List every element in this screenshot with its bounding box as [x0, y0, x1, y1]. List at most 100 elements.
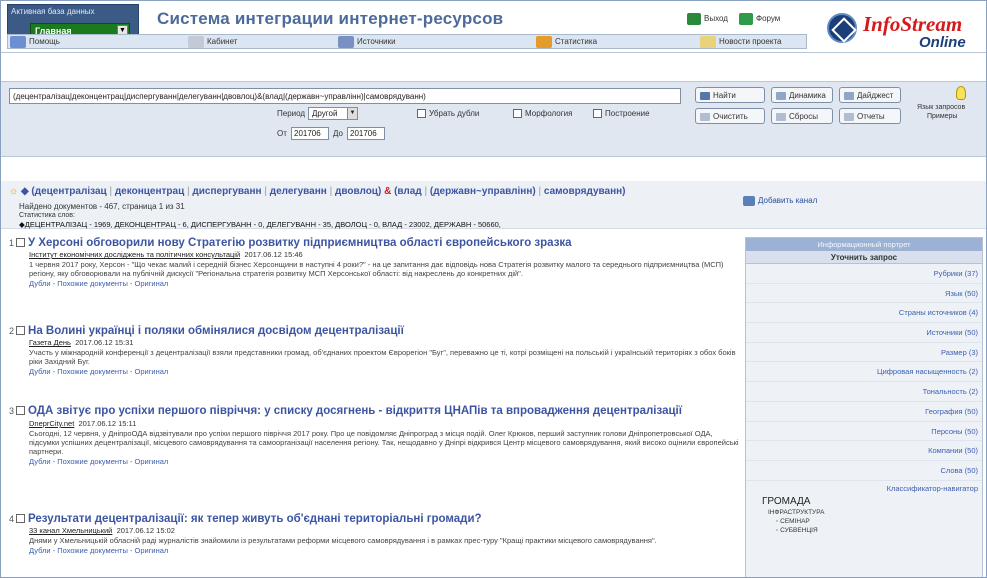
result-links[interactable]: Дубли - Похожие документы - Оригинал [29, 457, 739, 466]
result-date: 2017.06.12 15:46 [244, 250, 303, 259]
dynamics-label: Динамика [789, 91, 826, 100]
option-remove-duplicates[interactable]: Убрать дубли [417, 109, 480, 119]
period-label: Период [277, 109, 306, 118]
query-term: делегуванн [269, 186, 327, 197]
date-from-input[interactable]: 201706 [291, 127, 329, 140]
result-title[interactable]: 1 У Херсоні обговорили нову Стратегію роз… [9, 237, 739, 249]
rss-icon [743, 196, 755, 206]
result-links[interactable]: Дубли - Похожие документы - Оригинал [29, 367, 739, 376]
result-snippet: Участь у міжнародній конференції з децен… [29, 348, 736, 366]
chevron-down-icon: ▼ [347, 108, 357, 119]
tree-node-label: СУБВЕНЦІЯ [780, 526, 818, 534]
examples-link[interactable]: Примеры [927, 113, 957, 120]
source-link[interactable]: Газета День [29, 338, 71, 347]
result-snippet: Сьогодні, 12 червня, у ДніпроОДА відзвіт… [29, 429, 739, 456]
result-source: Газета День 2017.06.12 15:31 [29, 338, 739, 347]
result-date: 2017.06.12 15:02 [116, 526, 175, 535]
facet-digital-density[interactable]: Цифровая насыщенность (2) [746, 362, 982, 383]
news-icon [700, 36, 716, 48]
facet-geography[interactable]: География (50) [746, 402, 982, 422]
checkbox-icon[interactable] [16, 406, 26, 416]
facet-companies[interactable]: Компании (50) [746, 441, 982, 461]
query-language-link[interactable]: Язык запросов [917, 104, 965, 111]
app-window: Активная база данных Главная ▼ Система и… [0, 0, 987, 578]
checkbox-icon[interactable] [16, 238, 26, 248]
nav-bar: Помощь Кабинет Источники Статистика Ново… [7, 34, 807, 49]
checkbox-icon[interactable] [16, 514, 26, 524]
nav-sources[interactable]: Источники [338, 36, 396, 48]
nav-news[interactable]: Новости проекта [700, 36, 781, 48]
nav-help[interactable]: Помощь [10, 36, 60, 48]
word-stats-label: Статистика слов: [19, 212, 75, 219]
facet-tonality[interactable]: Тональность (2) [746, 382, 982, 402]
sources-icon [338, 36, 354, 48]
digest-button[interactable]: Дайджест [839, 87, 901, 103]
facet-size[interactable]: Размер (3) [746, 343, 982, 363]
close-icon [700, 112, 710, 121]
database-label: Активная база данных [11, 7, 95, 16]
option3-label: Построение [605, 109, 650, 118]
query-term: влад [397, 186, 422, 197]
facet-persons[interactable]: Персоны (50) [746, 422, 982, 442]
result-title-text: На Волині українці і поляки обмінялися д… [28, 325, 404, 337]
header: Активная база данных Главная ▼ Система и… [1, 1, 986, 53]
forum-button[interactable]: Форум [739, 13, 780, 27]
result-snippet: 1 червня 2017 року, Херсон - "Що чекає м… [29, 260, 724, 278]
exit-button[interactable]: Выход [687, 13, 728, 27]
classifier-navigator-link[interactable]: Классификатор-навигатор [746, 484, 982, 493]
checkbox-icon[interactable] [16, 326, 26, 336]
option-morphology[interactable]: Морфология [513, 109, 572, 119]
result-title[interactable]: 2 На Волині українці і поляки обмінялися … [9, 325, 739, 337]
result-links[interactable]: Дубли - Похожие документы - Оригинал [29, 546, 739, 555]
source-link[interactable]: Інститут економічних досліджень та політ… [29, 250, 240, 259]
clear-button[interactable]: Очистить [695, 108, 765, 124]
date-to-input[interactable]: 201706 [347, 127, 385, 140]
source-link[interactable]: DneprCity.net [29, 419, 74, 428]
result-source: DneprCity.net 2017.06.12 15:11 [29, 419, 739, 428]
find-label: Найти [713, 91, 736, 100]
add-channel-link[interactable]: Добавить канал [743, 196, 817, 206]
result-title[interactable]: 3 ОДА звітує про успіхи першого півріччя:… [9, 404, 739, 418]
reports-button[interactable]: Отчеты [839, 108, 901, 124]
dynamics-button[interactable]: Динамика [771, 87, 833, 103]
tree-node[interactable]: ◦ СЕМІНАР [776, 518, 982, 525]
digest-icon [844, 91, 854, 100]
digest-label: Дайджест [857, 91, 894, 100]
option1-label: Убрать дубли [429, 109, 480, 118]
facet-source-countries[interactable]: Страны источников (4) [746, 303, 982, 324]
nav-cabinet[interactable]: Кабинет [188, 36, 237, 48]
checkbox-icon [417, 109, 426, 119]
result-title[interactable]: 4 Результати децентралізації: як тепер жи… [9, 513, 739, 525]
nav-statistics[interactable]: Статистика [536, 36, 597, 48]
date-to-label: До [333, 129, 343, 138]
tree-node[interactable]: ◦ СУБВЕНЦІЯ [776, 527, 982, 534]
facet-rubrics[interactable]: Рубрики (37) [746, 264, 982, 284]
facet-language[interactable]: Язык (50) [746, 284, 982, 304]
facet-words[interactable]: Слова (50) [746, 461, 982, 481]
search-query-input[interactable]: (децентралізац|деконцентрац|диспергуванн… [9, 88, 681, 104]
tree-node[interactable]: ІНФРАСТРУКТУРА [768, 509, 982, 516]
result-item: 3 ОДА звітує про успіхи першого півріччя:… [9, 404, 739, 466]
query-display: ☼ ◆ (децентралізац | деконцентрац | дисп… [9, 186, 626, 197]
search-icon [700, 91, 710, 100]
result-links[interactable]: Дубли - Похожие документы - Оригинал [29, 279, 739, 288]
save-button[interactable]: Сбросы [771, 108, 833, 124]
source-link[interactable]: 33 канал Хмельницький [29, 526, 112, 535]
result-source: 33 канал Хмельницький 2017.06.12 15:02 [29, 526, 739, 535]
period-select[interactable]: Другой ▼ [308, 107, 358, 120]
report-icon [844, 112, 854, 121]
facet-sources[interactable]: Источники (50) [746, 323, 982, 343]
tree-node[interactable]: ГРОМАДА [762, 496, 982, 507]
query-term: (державн~управлінн) [429, 186, 536, 197]
result-item: 2 На Волині українці і поляки обмінялися … [9, 325, 739, 376]
date-from-label: От [277, 129, 287, 138]
option-build[interactable]: Построение [593, 109, 650, 119]
nav-statistics-label: Статистика [555, 37, 598, 47]
save-icon [776, 112, 786, 121]
find-button[interactable]: Найти [695, 87, 765, 103]
search-panel: (децентралізац|деконцентрац|диспергуванн… [1, 81, 986, 157]
result-item: 1 У Херсоні обговорили нову Стратегію роз… [9, 237, 739, 288]
forum-icon [739, 13, 753, 25]
nav-help-label: Помощь [29, 37, 60, 47]
lightbulb-icon [956, 86, 966, 100]
